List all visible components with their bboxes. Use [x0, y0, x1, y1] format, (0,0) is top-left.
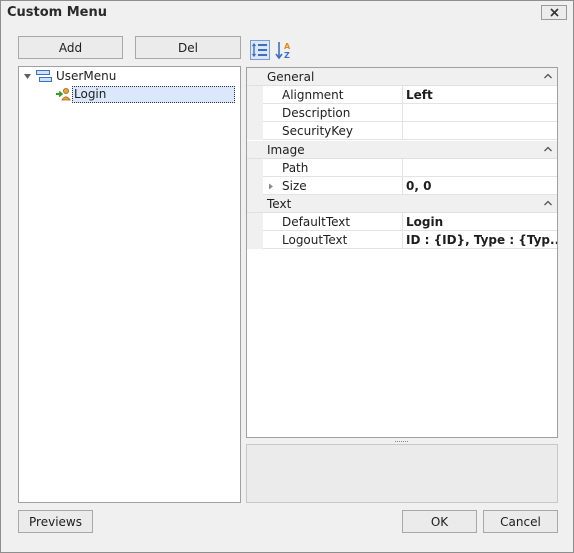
property-name: SecurityKey — [263, 122, 403, 140]
menu-root-icon — [36, 70, 52, 82]
property-name: Alignment — [263, 86, 403, 104]
property-name: LogoutText — [263, 231, 403, 249]
sort-az-icon: A Z — [275, 42, 291, 60]
category-general[interactable]: General — [247, 68, 557, 86]
chevron-up-icon[interactable] — [543, 71, 553, 81]
property-row-path[interactable]: Path — [247, 159, 557, 177]
tree-node-usermenu[interactable]: UserMenu — [23, 67, 116, 85]
property-row-alignment[interactable]: Alignment Left — [247, 86, 557, 104]
category-name: General — [267, 70, 315, 84]
svg-text:A: A — [284, 42, 291, 51]
chevron-up-icon[interactable] — [543, 198, 553, 208]
property-value[interactable] — [403, 122, 557, 140]
property-grid[interactable]: General Alignment Left Description Secur… — [246, 67, 558, 438]
add-button[interactable]: Add — [18, 36, 123, 59]
property-name: Size — [263, 177, 403, 195]
categorized-view-button[interactable] — [250, 40, 270, 60]
del-button[interactable]: Del — [135, 36, 241, 59]
tree-node-login[interactable]: Login — [55, 85, 235, 103]
property-row-size[interactable]: Size 0, 0 — [247, 177, 557, 195]
categorized-icon — [250, 40, 270, 60]
description-panel — [246, 444, 558, 503]
custom-menu-dialog: Custom Menu Add Del A Z UserMenu Login G… — [0, 0, 574, 553]
tree-node-label: UserMenu — [56, 69, 117, 83]
category-image[interactable]: Image — [247, 141, 557, 159]
property-value[interactable] — [403, 104, 557, 122]
svg-text:Z: Z — [284, 51, 290, 60]
category-name: Image — [267, 143, 305, 157]
property-value[interactable]: 0, 0 — [403, 177, 557, 195]
property-name: Path — [263, 159, 403, 177]
property-row-defaulttext[interactable]: DefaultText Login — [247, 213, 557, 231]
login-user-icon — [56, 88, 71, 101]
cancel-button[interactable]: Cancel — [483, 510, 558, 533]
property-value[interactable]: Left — [403, 86, 557, 104]
collapse-arrow-icon[interactable] — [23, 72, 32, 81]
category-name: Text — [267, 197, 292, 211]
menu-tree[interactable]: UserMenu Login — [18, 66, 241, 503]
property-row-logouttext[interactable]: LogoutText ID : {ID}, Type : {Typ... — [247, 231, 557, 249]
tree-node-label: Login — [72, 85, 235, 103]
property-row-description[interactable]: Description — [247, 104, 557, 122]
property-name: DefaultText — [263, 213, 403, 231]
category-text[interactable]: Text — [247, 195, 557, 213]
previews-button[interactable]: Previews — [18, 510, 93, 533]
property-value[interactable] — [403, 159, 557, 177]
property-value[interactable]: Login — [403, 213, 557, 231]
property-row-securitykey[interactable]: SecurityKey — [247, 122, 557, 140]
grip-icon — [395, 440, 408, 442]
title-bar: Custom Menu — [1, 1, 573, 25]
alphabetical-sort-button[interactable]: A Z — [274, 40, 294, 60]
property-name: Description — [263, 104, 403, 122]
close-icon — [549, 8, 559, 17]
chevron-up-icon[interactable] — [543, 144, 553, 154]
property-value[interactable]: ID : {ID}, Type : {Typ... — [403, 231, 557, 249]
ok-button[interactable]: OK — [402, 510, 477, 533]
close-button[interactable] — [541, 5, 567, 20]
window-title: Custom Menu — [7, 5, 108, 20]
